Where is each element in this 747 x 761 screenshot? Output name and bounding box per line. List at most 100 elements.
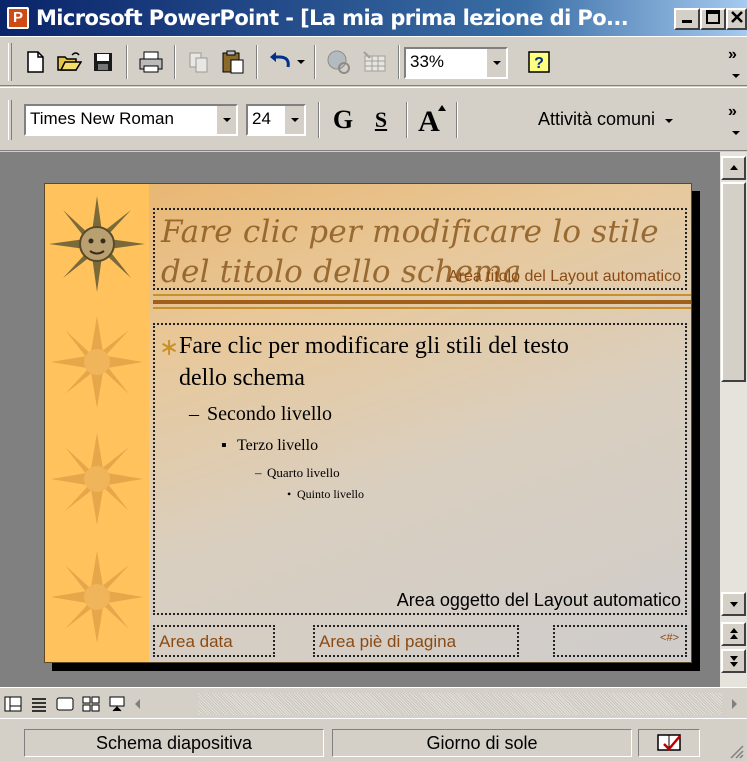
chevron-down-icon	[731, 67, 741, 85]
resize-grip-icon[interactable]	[728, 743, 744, 759]
print-button[interactable]	[134, 45, 168, 79]
formatting-toolbar: Times New Roman 24 G S A Attività comuni…	[0, 87, 747, 151]
arrow-right-icon	[732, 699, 737, 709]
toolbar-overflow-chevron[interactable]: »	[728, 104, 737, 120]
slide-show-icon	[109, 696, 125, 712]
slide-show-button[interactable]	[106, 694, 128, 714]
chevron-down-icon	[492, 61, 501, 65]
outline-view-button[interactable]	[28, 694, 50, 714]
scroll-thumb[interactable]	[721, 182, 746, 382]
status-design-name: Giorno di sole	[332, 729, 632, 757]
table-icon	[363, 51, 386, 72]
separator	[456, 102, 458, 138]
save-button[interactable]	[86, 45, 120, 79]
arrow-up-icon	[729, 165, 738, 170]
slide-number-placeholder[interactable]: <#>	[553, 625, 687, 657]
common-tasks-button[interactable]: Attività comuni	[538, 109, 674, 130]
footer-area-label: Area piè di pagina	[319, 632, 457, 651]
undo-dropdown[interactable]	[292, 45, 310, 79]
common-tasks-label: Attività comuni	[538, 109, 656, 129]
font-name-value: Times New Roman	[30, 109, 174, 128]
grow-font-icon: A	[418, 105, 446, 135]
toolbar-grip[interactable]	[8, 100, 12, 140]
scroll-down-button[interactable]	[721, 592, 746, 616]
separator	[126, 45, 128, 79]
title-area-label: Area titolo del Layout automatico	[447, 268, 681, 285]
toolbar-overflow-chevron[interactable]: »	[728, 47, 737, 63]
toolbar-grip[interactable]	[8, 43, 12, 81]
sun-icon	[51, 551, 143, 643]
level1-text-continued: dello schema	[179, 365, 305, 391]
scroll-up-button[interactable]	[721, 156, 746, 180]
level5-bullet-icon: •	[287, 487, 292, 501]
copy-icon	[189, 52, 208, 73]
font-size-value: 24	[252, 109, 271, 128]
separator	[406, 102, 408, 138]
shadow-button[interactable]: S	[364, 103, 398, 137]
svg-text:?: ?	[534, 55, 544, 72]
powerpoint-app-icon[interactable]: P	[7, 7, 29, 29]
separator	[174, 45, 176, 79]
chevron-down-icon	[665, 119, 674, 123]
zoom-dropdown-button[interactable]	[486, 49, 506, 77]
font-size-dropdown-button[interactable]	[284, 106, 304, 134]
bold-button[interactable]: G	[326, 103, 360, 137]
sun-icon	[51, 433, 143, 525]
svg-text:A: A	[418, 105, 440, 135]
close-icon	[730, 11, 743, 23]
level2-bullet-icon: –	[189, 403, 199, 425]
status-bar: Schema diapositiva Giorno di sole	[0, 718, 747, 761]
font-size-combo[interactable]: 24	[246, 104, 306, 136]
scroll-left-button[interactable]	[128, 694, 148, 714]
font-name-combo[interactable]: Times New Roman	[24, 104, 238, 136]
spell-check-status[interactable]	[638, 729, 700, 757]
tables-borders-button[interactable]	[358, 45, 392, 79]
vertical-scrollbar[interactable]	[720, 152, 747, 687]
hyperlink-globe-icon	[327, 50, 350, 74]
date-area-label: Area data	[159, 632, 233, 651]
title-placeholder[interactable]: Fare clic per modificare lo stile del ti…	[153, 208, 687, 290]
normal-view-button[interactable]	[2, 694, 24, 714]
new-document-icon	[27, 51, 44, 73]
scroll-right-button[interactable]	[724, 694, 744, 714]
copy-button[interactable]	[182, 45, 216, 79]
slide-sorter-view-button[interactable]	[80, 694, 102, 714]
minimize-button[interactable]	[674, 8, 700, 30]
chevron-down-icon	[297, 60, 305, 64]
font-name-dropdown-button[interactable]	[216, 106, 236, 134]
paste-button[interactable]	[216, 45, 250, 79]
level4-text: Quarto livello	[267, 465, 340, 480]
increase-font-size-button[interactable]: A	[414, 102, 448, 136]
minimize-icon	[682, 20, 692, 23]
level4-bullet-icon: –	[255, 465, 262, 480]
save-disk-icon	[94, 53, 112, 71]
double-down-icon	[729, 656, 738, 667]
level5-text: Quinto livello	[297, 487, 364, 501]
date-placeholder[interactable]: Area data	[153, 625, 275, 657]
new-button[interactable]	[18, 45, 52, 79]
slide-sorter-icon	[82, 696, 100, 712]
next-slide-button[interactable]	[721, 649, 746, 673]
previous-slide-button[interactable]	[721, 622, 746, 646]
slide-master[interactable]: Fare clic per modificare lo stile del ti…	[44, 183, 692, 663]
restore-button[interactable]	[700, 8, 726, 30]
slide-view-button[interactable]	[54, 694, 76, 714]
slide-view-icon	[56, 697, 74, 711]
divider-line	[153, 300, 691, 304]
printer-icon	[139, 51, 163, 73]
zoom-combo[interactable]: 33%	[404, 47, 508, 79]
normal-view-icon	[4, 696, 22, 712]
footer-placeholder[interactable]: Area piè di pagina	[313, 625, 519, 657]
sun-icon	[51, 316, 143, 408]
open-button[interactable]	[52, 45, 86, 79]
insert-hyperlink-button[interactable]	[322, 45, 356, 79]
level1-bullet-icon: ∗	[159, 335, 180, 361]
zoom-value: 33%	[410, 52, 445, 71]
body-placeholder[interactable]: ∗ Fare clic per modificare gli stili del…	[153, 323, 687, 615]
help-button[interactable]: ?	[522, 45, 556, 79]
close-button[interactable]	[726, 8, 747, 30]
chevron-down-icon	[290, 118, 299, 122]
standard-toolbar: 33% ? »	[0, 36, 747, 86]
horizontal-scrollbar-track[interactable]	[198, 693, 722, 715]
paste-clipboard-icon	[222, 50, 244, 74]
